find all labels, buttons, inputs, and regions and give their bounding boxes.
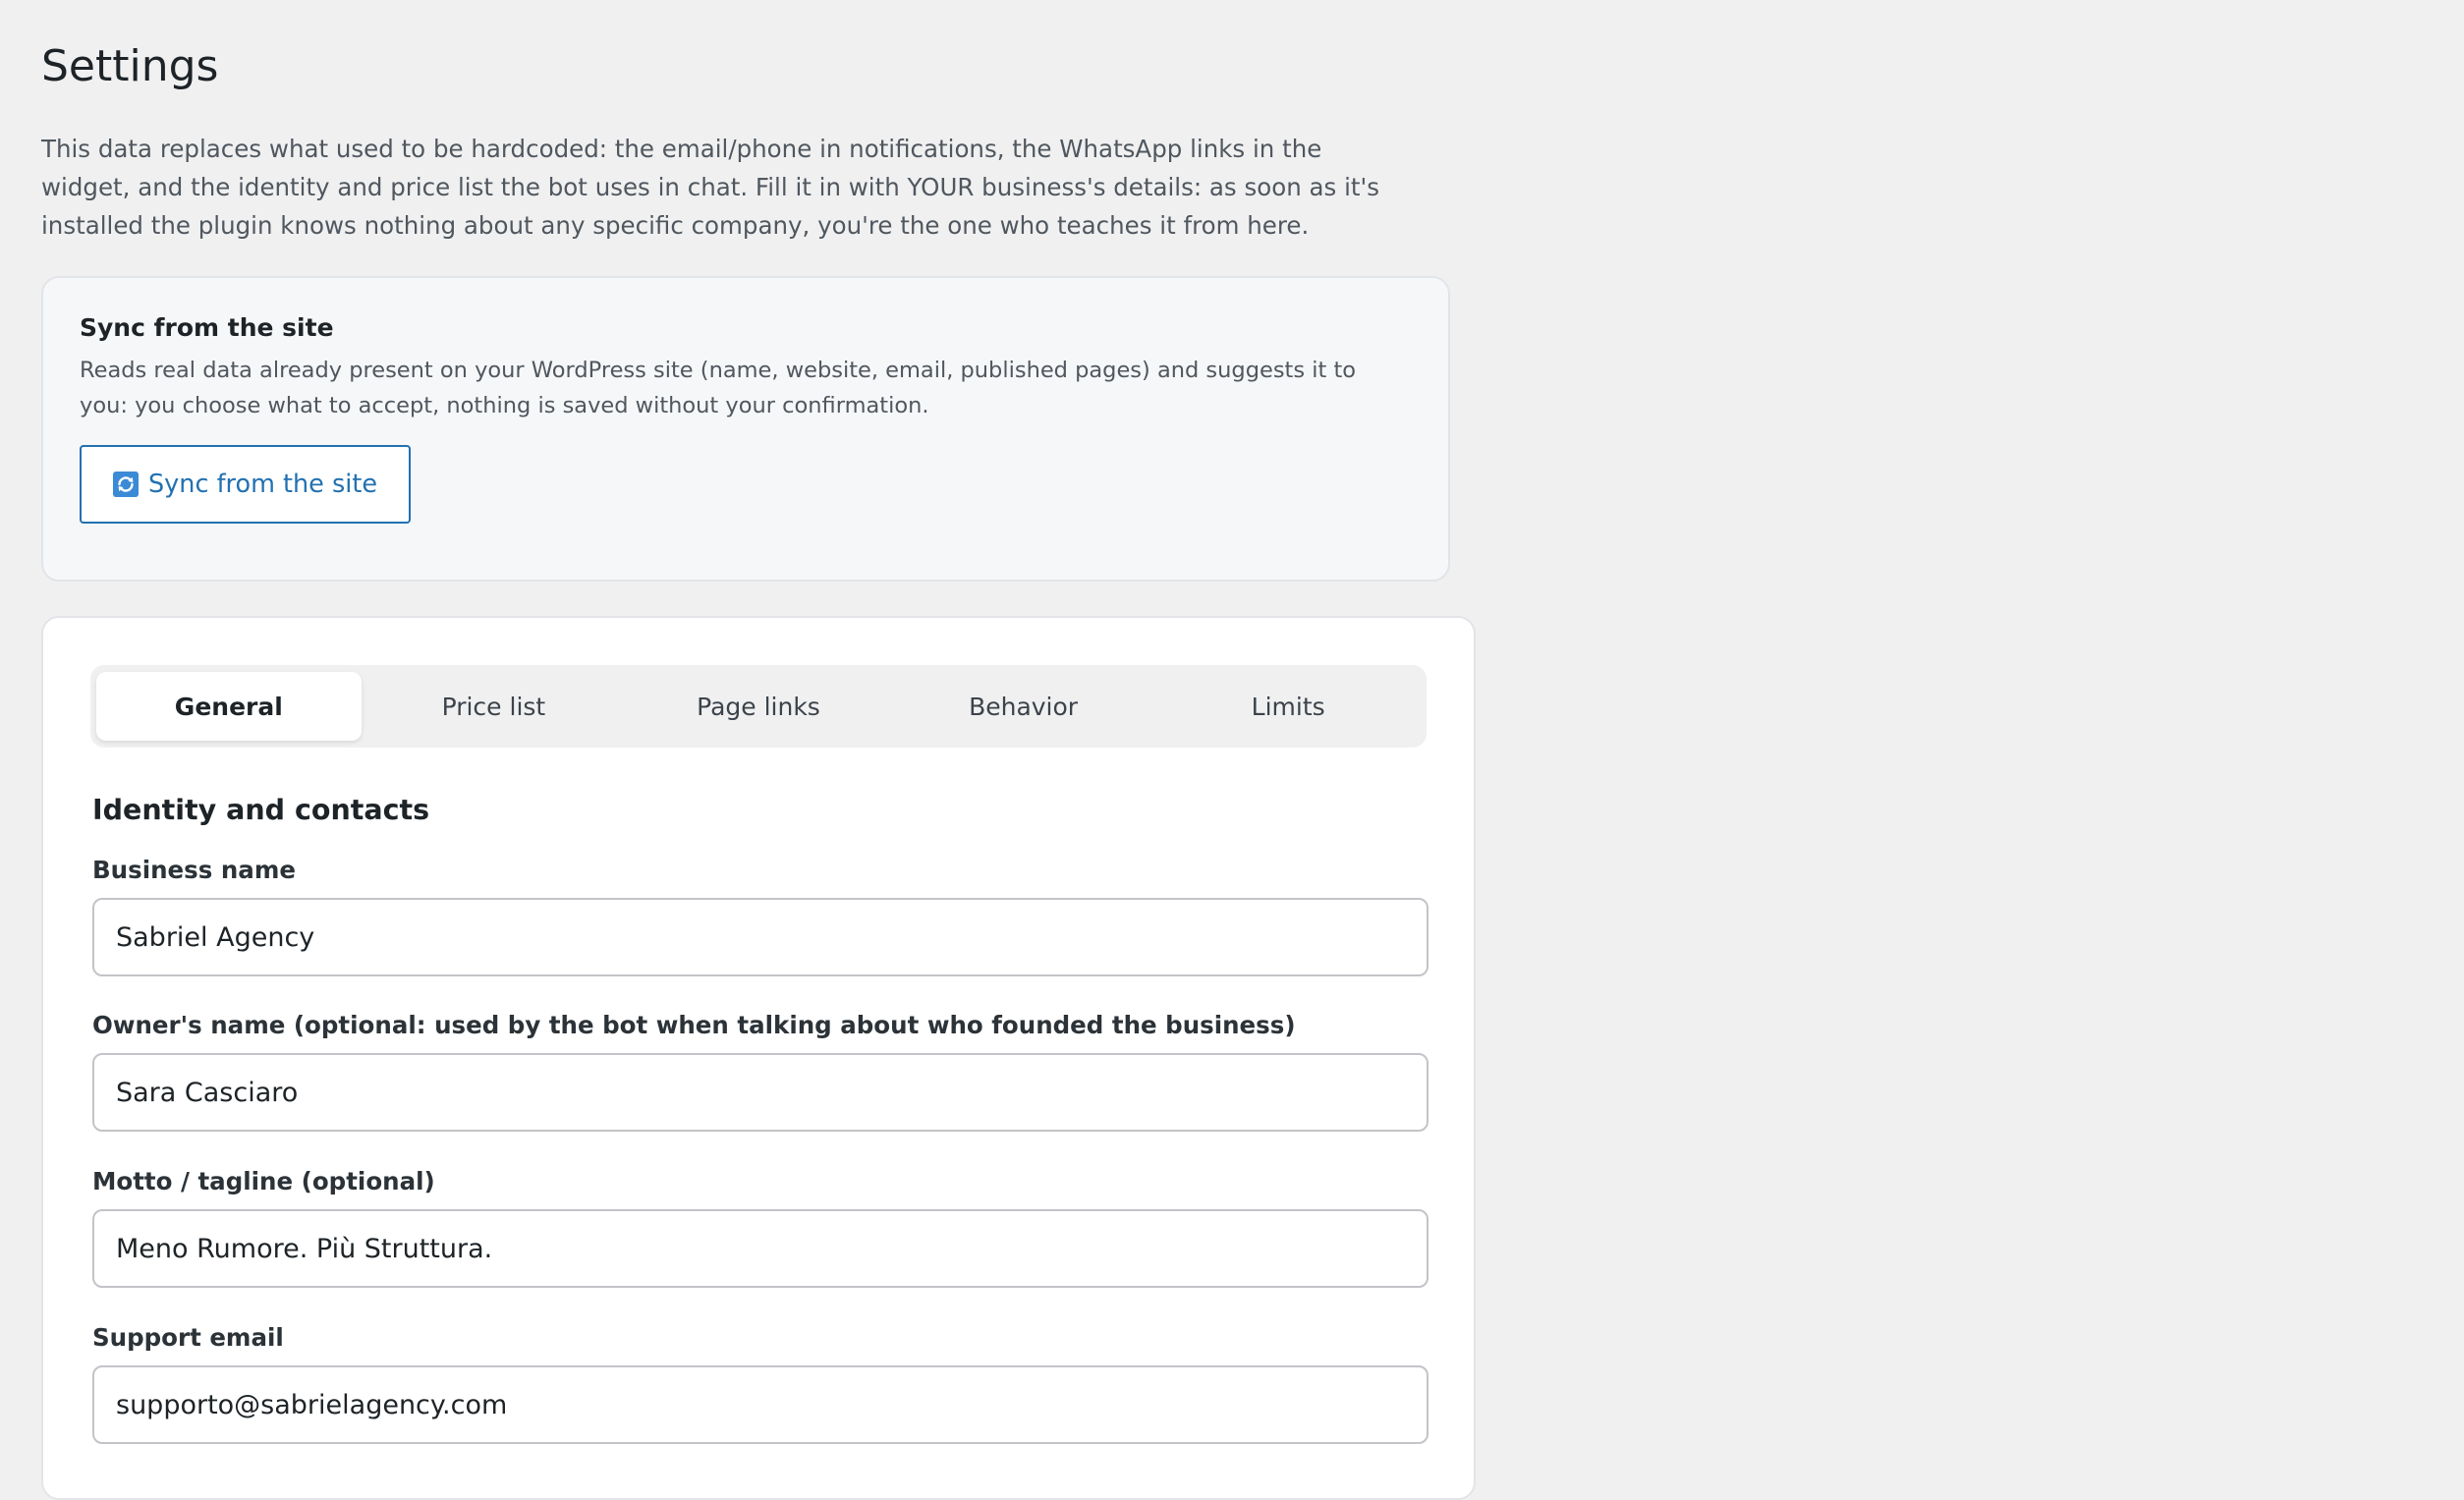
tab-page-links[interactable]: Page links (626, 672, 891, 741)
tab-behavior[interactable]: Behavior (891, 672, 1156, 741)
motto-label: Motto / tagline (optional) (92, 1167, 435, 1195)
tab-price-list[interactable]: Price list (362, 672, 627, 741)
tab-general[interactable]: General (96, 672, 362, 741)
owner-name-label: Owner's name (optional: used by the bot … (92, 1011, 1296, 1039)
sync-icon (113, 472, 139, 497)
settings-tabs: General Price list Page links Behavior L… (90, 665, 1427, 748)
page-title: Settings (41, 41, 219, 91)
support-email-label: Support email (92, 1323, 284, 1352)
sync-card: Sync from the site Reads real data alrea… (41, 276, 1450, 582)
settings-card: General Price list Page links Behavior L… (41, 616, 1476, 1500)
sync-button-label: Sync from the site (148, 470, 378, 499)
support-email-input[interactable] (92, 1365, 1428, 1444)
tab-limits[interactable]: Limits (1155, 672, 1421, 741)
owner-name-input[interactable] (92, 1053, 1428, 1132)
sync-from-site-button[interactable]: Sync from the site (80, 445, 412, 524)
sync-description: Reads real data already present on your … (80, 358, 1357, 418)
motto-input[interactable] (92, 1209, 1428, 1288)
section-title-identity: Identity and contacts (92, 794, 430, 826)
business-name-label: Business name (92, 856, 296, 884)
sync-title: Sync from the site (80, 313, 334, 342)
page-intro: This data replaces what used to be hardc… (41, 135, 1380, 240)
business-name-input[interactable] (92, 898, 1428, 976)
